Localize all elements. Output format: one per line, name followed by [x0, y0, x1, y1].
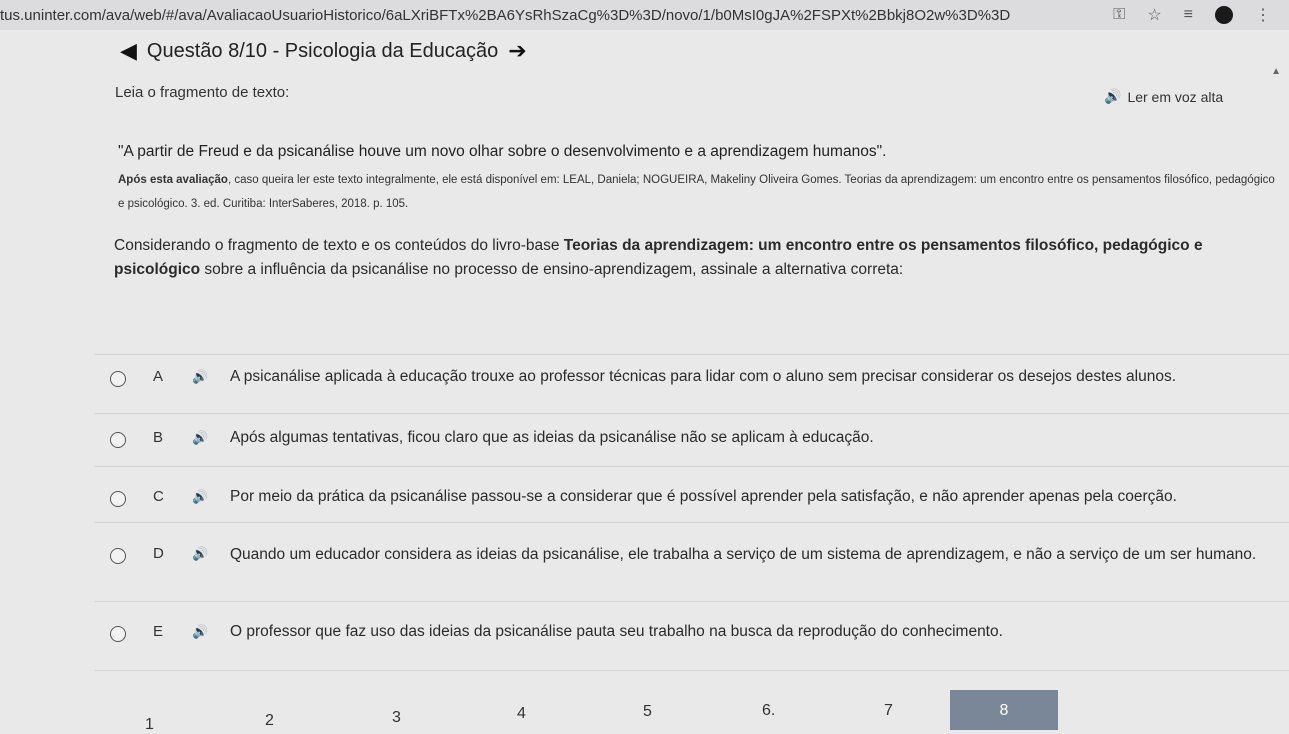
- prompt-start: Considerando o fragmento de texto e os c…: [114, 237, 564, 254]
- previous-question-arrow-icon[interactable]: ◀: [120, 38, 137, 64]
- radio-button[interactable]: [110, 432, 126, 448]
- question-title: Questão 8/10 - Psicologia da Educação: [146, 39, 499, 62]
- more-icon[interactable]: ⋮: [1255, 5, 1271, 25]
- option-text: Por meio da prática da psicanálise passo…: [230, 488, 1177, 505]
- source-text: , caso queira ler este texto integralmen…: [118, 174, 1275, 210]
- radio-button[interactable]: [110, 371, 126, 387]
- radio-button[interactable]: [110, 491, 126, 507]
- speaker-icon[interactable]: 🔊: [192, 624, 208, 640]
- scroll-up-icon[interactable]: ▲: [1271, 66, 1281, 77]
- question-prompt: Considerando o fragmento de texto e os c…: [114, 234, 1284, 282]
- menu-icon[interactable]: ≡: [1184, 6, 1193, 24]
- speaker-icon[interactable]: 🔊: [192, 430, 208, 446]
- option-text: Quando um educador considera as ideias d…: [230, 546, 1257, 563]
- speaker-icon[interactable]: 🔊: [192, 546, 208, 562]
- page-link-4[interactable]: 4: [517, 705, 526, 723]
- url-text[interactable]: tus.uninter.com/ava/web/#/ava/AvaliacaoU…: [0, 7, 1070, 24]
- answer-option-c[interactable]: C 🔊 Por meio da prática da psicanálise p…: [95, 467, 1289, 523]
- speaker-icon[interactable]: 🔊: [192, 369, 208, 385]
- answer-option-e[interactable]: E 🔊 O professor que faz uso das ideias d…: [95, 602, 1289, 671]
- radio-button[interactable]: [110, 626, 126, 642]
- option-letter: E: [153, 623, 164, 640]
- question-source: Após esta avaliação, caso queira ler est…: [118, 168, 1278, 216]
- browser-toolbar-icons: ⚿ ☆ ≡ ⋮: [1113, 5, 1271, 25]
- question-header: ◀ Questão 8/10 - Psicologia da Educação …: [120, 38, 527, 64]
- option-text: A psicanálise aplicada à educação trouxe…: [230, 368, 1177, 385]
- radio-button[interactable]: [110, 548, 126, 564]
- page-link-7[interactable]: 7: [884, 702, 893, 720]
- answer-option-d[interactable]: D 🔊 Quando um educador considera as idei…: [95, 523, 1289, 602]
- page-link-2[interactable]: 2: [265, 712, 274, 730]
- answer-option-b[interactable]: B 🔊 Após algumas tentativas, ficou claro…: [95, 414, 1289, 467]
- profile-icon[interactable]: [1215, 6, 1233, 24]
- speaker-icon: 🔊: [1104, 88, 1122, 104]
- page-link-1[interactable]: 1: [145, 716, 154, 734]
- next-question-arrow-icon[interactable]: ➔: [508, 38, 526, 64]
- read-aloud-button[interactable]: 🔊 Ler em voz alta: [1104, 88, 1223, 105]
- question-quote: "A partir de Freud e da psicanálise houv…: [118, 143, 887, 160]
- prompt-end: sobre a influência da psicanálise no pro…: [200, 261, 904, 278]
- option-letter: C: [153, 488, 164, 505]
- page-link-3[interactable]: 3: [392, 709, 401, 727]
- source-bold: Após esta avaliação: [118, 174, 228, 186]
- question-lead: Leia o fragmento de texto:: [115, 84, 290, 101]
- option-letter: B: [153, 429, 164, 446]
- page-link-current[interactable]: 8: [950, 690, 1058, 730]
- speaker-icon[interactable]: 🔊: [192, 489, 208, 505]
- key-icon[interactable]: ⚿: [1113, 6, 1125, 24]
- page-link-5[interactable]: 5: [643, 703, 652, 721]
- option-letter: A: [153, 368, 164, 385]
- answer-options: A 🔊 A psicanálise aplicada à educação tr…: [95, 354, 1289, 671]
- star-icon[interactable]: ☆: [1147, 5, 1161, 25]
- browser-url-bar[interactable]: tus.uninter.com/ava/web/#/ava/AvaliacaoU…: [0, 0, 1289, 30]
- answer-option-a[interactable]: A 🔊 A psicanálise aplicada à educação tr…: [95, 355, 1289, 414]
- option-text: O professor que faz uso das ideias da ps…: [230, 623, 1003, 640]
- option-letter: D: [153, 545, 164, 562]
- read-aloud-label: Ler em voz alta: [1127, 88, 1224, 105]
- option-text: Após algumas tentativas, ficou claro que…: [230, 429, 874, 446]
- page-link-6[interactable]: 6.: [762, 702, 775, 720]
